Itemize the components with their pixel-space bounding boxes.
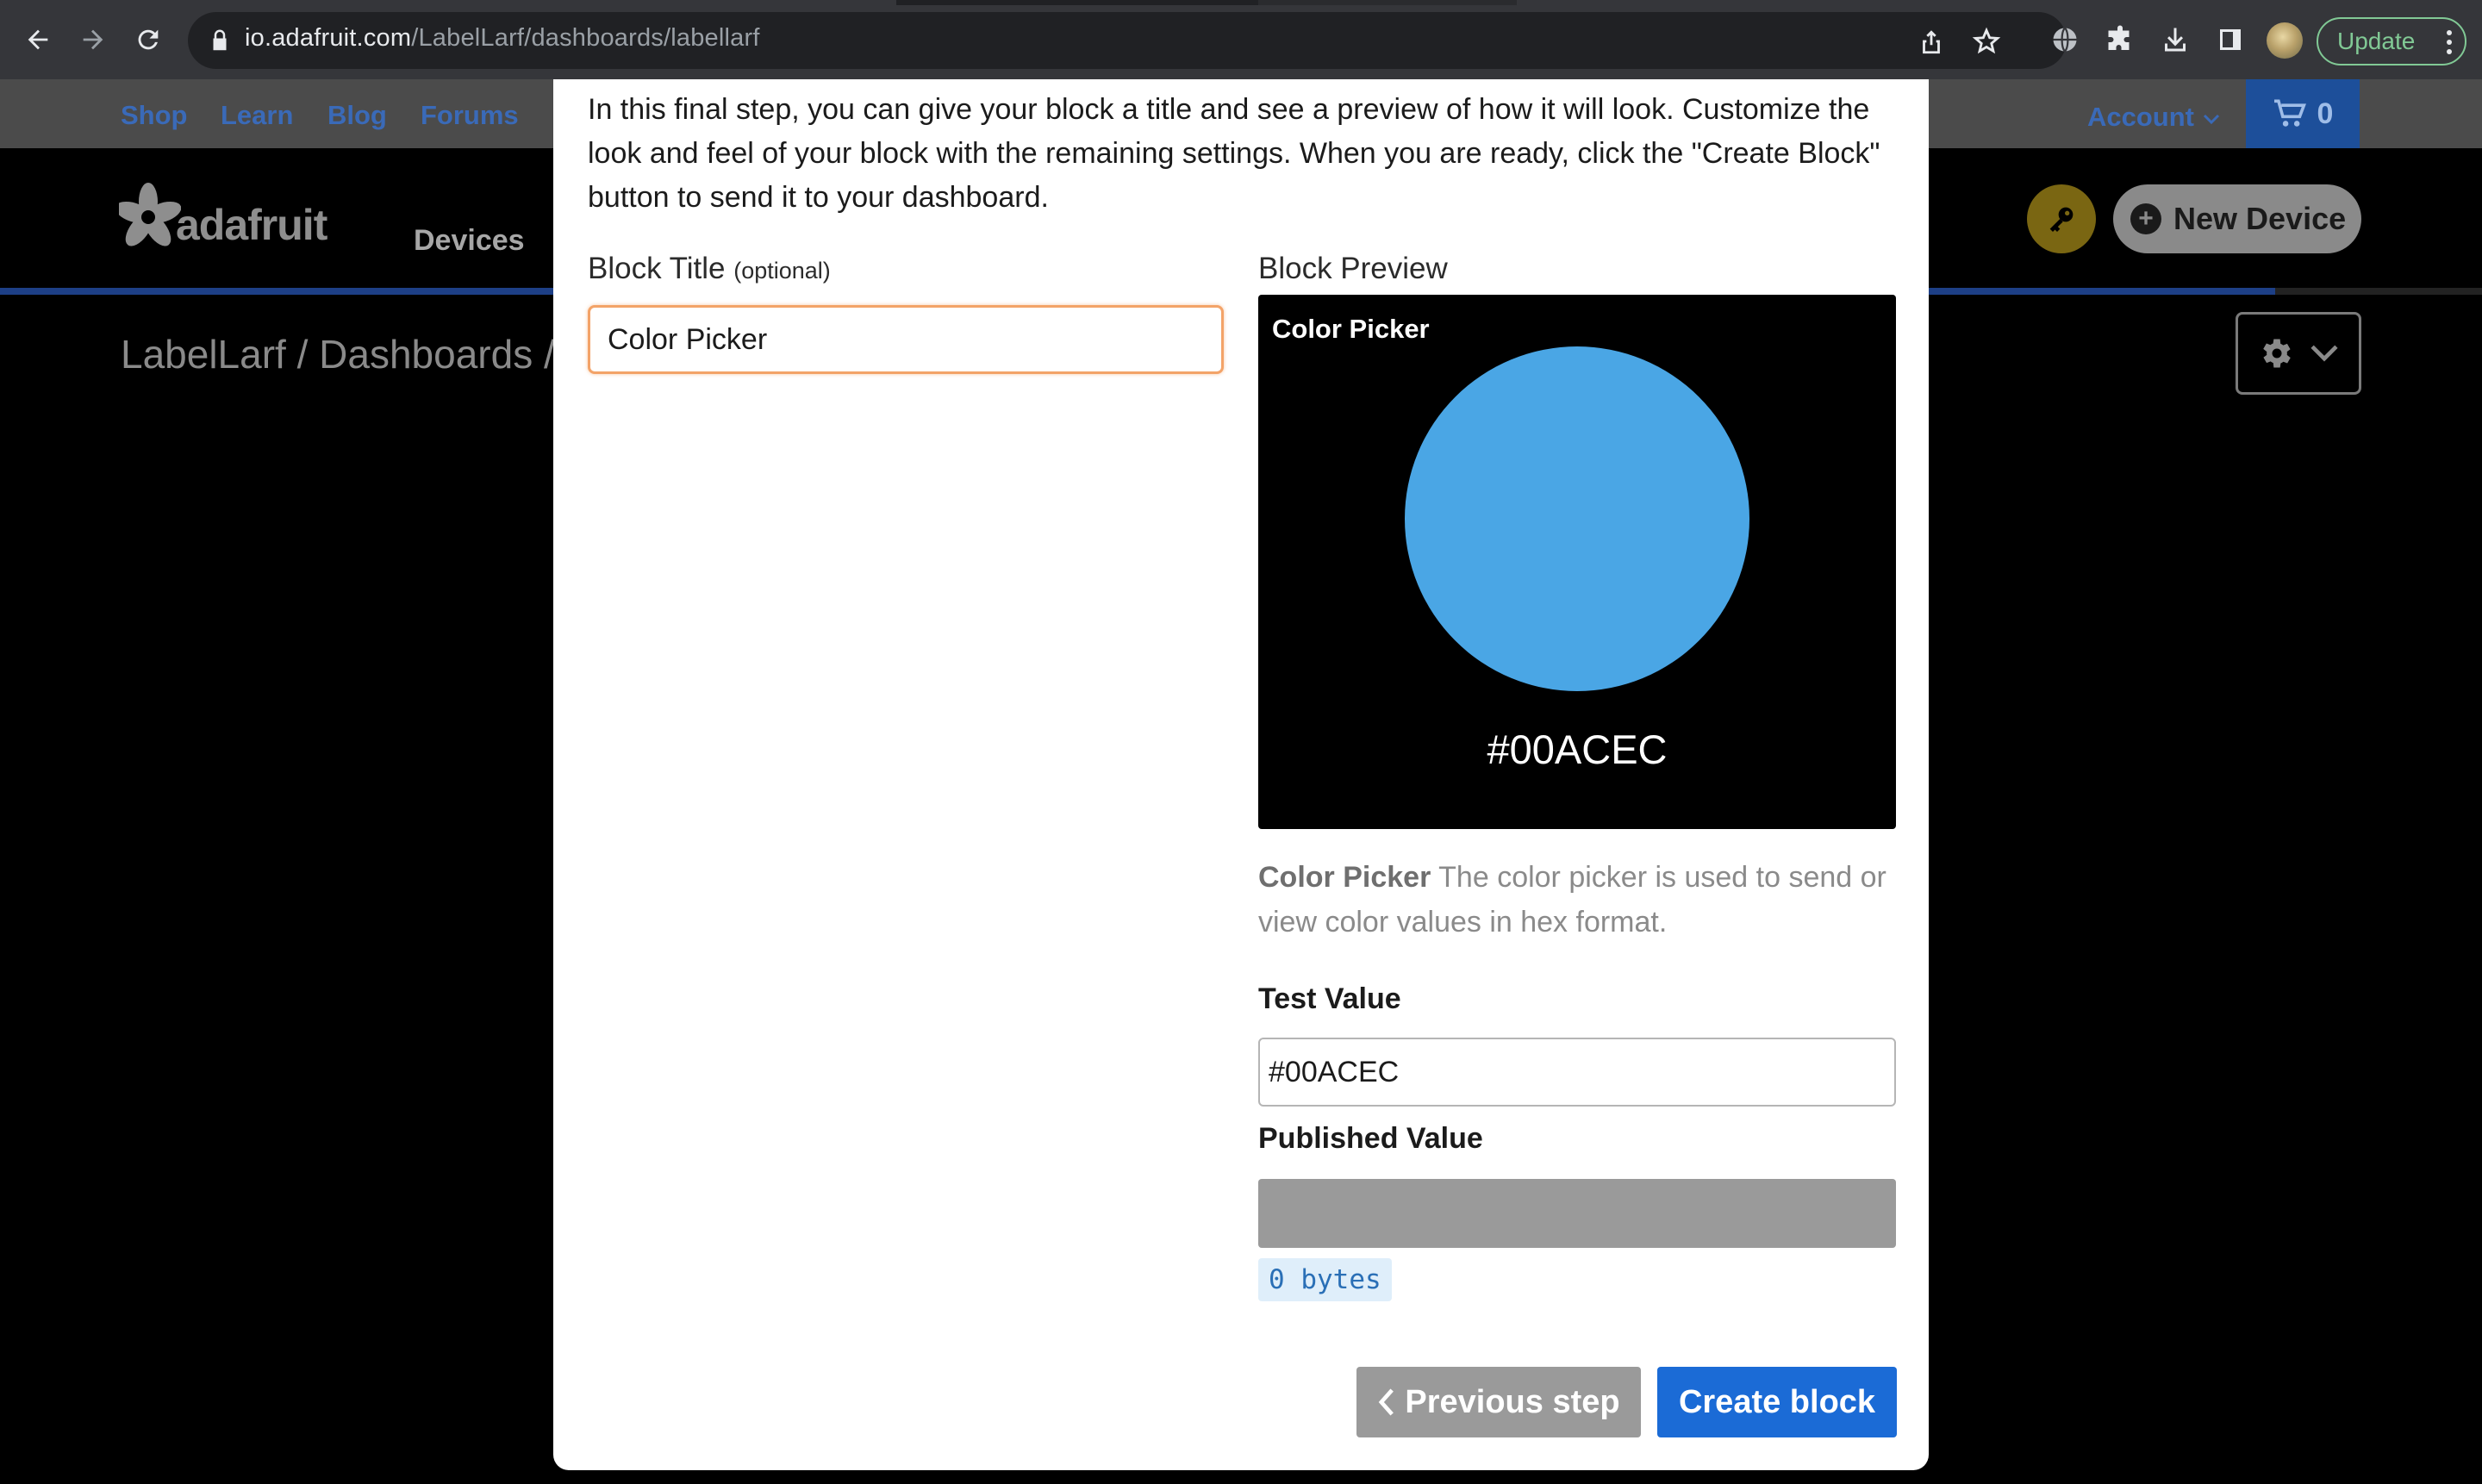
api-key-button[interactable] — [2027, 184, 2096, 253]
gear-icon — [2263, 339, 2291, 368]
step-instructions: In this final step, you can give your bl… — [588, 93, 1880, 214]
update-button[interactable]: Update — [2317, 17, 2466, 65]
update-label: Update — [2337, 28, 2416, 54]
url-text[interactable]: io.adafruit.com/LabelLarf/dashboards/lab… — [245, 24, 760, 53]
profile-avatar[interactable] — [2267, 22, 2303, 59]
bytes-badge: 0 bytes — [1258, 1258, 1392, 1301]
new-device-button[interactable]: + New Device — [2113, 184, 2361, 253]
share-icon[interactable] — [1917, 27, 1946, 56]
breadcrumb: LabelLarf / Dashboards / — [121, 332, 555, 377]
chevron-down-icon — [2203, 114, 2219, 125]
lock-icon[interactable] — [207, 27, 233, 54]
description-block-name: Color Picker — [1258, 861, 1431, 894]
cart-button[interactable]: 0 — [2246, 79, 2360, 148]
chevron-left-icon — [1379, 1388, 1394, 1416]
account-menu[interactable]: Account — [2087, 102, 2221, 133]
cart-count: 0 — [2317, 97, 2334, 130]
bookmark-star-icon[interactable] — [1972, 27, 2001, 56]
dashboard-settings-button[interactable] — [2236, 312, 2361, 395]
block-preview: Color Picker #00ACEC — [1258, 295, 1896, 829]
chevron-down-icon — [2311, 345, 2338, 362]
color-swatch — [1405, 346, 1749, 691]
nav-devices[interactable]: Devices — [414, 224, 525, 258]
logo-text: adafruit — [176, 201, 327, 249]
tab-strip-edge — [1258, 0, 1517, 5]
block-description: Color Picker The color picker is used to… — [1258, 855, 1896, 945]
preview-hex-value: #00ACEC — [1487, 726, 1668, 772]
browser-toolbar: io.adafruit.com/LabelLarf/dashboards/lab… — [0, 0, 2482, 79]
optional-hint: (optional) — [733, 258, 831, 284]
test-value-label: Test Value — [1258, 982, 1401, 1015]
download-icon[interactable] — [2160, 24, 2191, 55]
preview-title: Color Picker — [1272, 314, 1430, 344]
more-menu-icon[interactable] — [2446, 29, 2453, 55]
side-panel-icon[interactable] — [2215, 24, 2246, 55]
test-value-input[interactable] — [1258, 1038, 1896, 1107]
forums-link[interactable]: Forums — [421, 100, 519, 131]
create-block-modal: In this final step, you can give your bl… — [553, 79, 1929, 1470]
extension-globe-icon[interactable] — [2049, 24, 2080, 55]
address-bar[interactable]: io.adafruit.com/LabelLarf/dashboards/lab… — [188, 12, 2067, 69]
new-device-label: New Device — [2173, 201, 2347, 236]
plus-circle-icon: + — [2130, 203, 2161, 234]
reload-icon[interactable] — [129, 21, 167, 59]
previous-step-button[interactable]: Previous step — [1356, 1367, 1641, 1437]
block-title-input[interactable] — [588, 305, 1224, 374]
published-value-display — [1258, 1179, 1896, 1248]
tab-strip-edge — [896, 0, 1258, 5]
create-block-button[interactable]: Create block — [1657, 1367, 1897, 1437]
shop-link[interactable]: Shop — [121, 100, 188, 131]
learn-link[interactable]: Learn — [221, 100, 293, 131]
key-icon — [2049, 207, 2074, 232]
blog-link[interactable]: Blog — [327, 100, 387, 131]
extensions-puzzle-icon[interactable] — [2105, 24, 2136, 55]
back-icon[interactable] — [19, 21, 57, 59]
block-preview-label: Block Preview — [1258, 252, 1448, 285]
published-value-label: Published Value — [1258, 1122, 1483, 1155]
previous-step-label: Previous step — [1405, 1383, 1620, 1420]
adafruit-logo[interactable]: adafruit — [119, 183, 327, 255]
forward-icon[interactable] — [74, 21, 112, 59]
block-title-label: Block Title (optional) — [588, 252, 831, 285]
cart-icon — [2273, 99, 2306, 127]
adafruit-flower-icon — [119, 183, 181, 246]
account-label: Account — [2087, 102, 2194, 132]
